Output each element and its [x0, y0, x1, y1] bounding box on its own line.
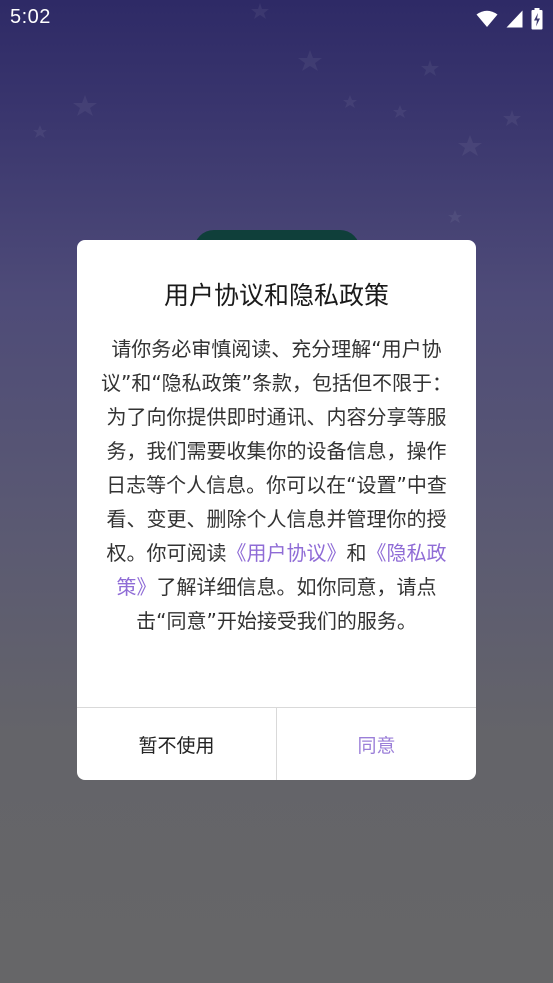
star-icon	[33, 125, 47, 138]
star-background	[33, 3, 521, 223]
body-text-and: 和	[346, 541, 367, 565]
status-icons	[476, 8, 543, 30]
star-icon	[393, 105, 407, 118]
decline-button[interactable]: 暂不使用	[77, 708, 276, 780]
star-icon	[458, 135, 482, 156]
privacy-dialog: 用户协议和隐私政策 请你务必审慎阅读、充分理解“用户协议”和“隐私政策”条款，包…	[77, 240, 476, 780]
battery-charging-icon	[531, 8, 543, 30]
body-text-part2: 了解详细信息。如你同意，请点击“同意”开始接受我们的服务。	[136, 575, 437, 633]
wifi-icon	[476, 10, 498, 27]
star-icon	[73, 95, 97, 116]
cell-signal-icon	[506, 10, 523, 28]
user-agreement-link[interactable]: 《用户协议》	[227, 541, 347, 565]
star-icon	[343, 95, 357, 108]
body-text-part1: 请你务必审慎阅读、充分理解“用户协议”和“隐私政策”条款，包括但不限于：为了向你…	[100, 337, 453, 565]
dialog-title: 用户协议和隐私政策	[163, 281, 389, 310]
star-icon	[298, 50, 322, 71]
star-icon	[421, 60, 439, 76]
status-time: 5:02	[10, 6, 51, 28]
star-icon	[448, 210, 462, 223]
star-icon	[503, 110, 521, 126]
screen: 5:02 用户协议和隐私政策 请你务必审慎阅读、充分理解“用户协议”和“隐私政策…	[0, 0, 553, 983]
status-bar: 5:02	[0, 0, 553, 38]
dialog-body: 请你务必审慎阅读、充分理解“用户协议”和“隐私政策”条款，包括但不限于：为了向你…	[99, 332, 454, 638]
agree-button[interactable]: 同意	[277, 708, 476, 780]
